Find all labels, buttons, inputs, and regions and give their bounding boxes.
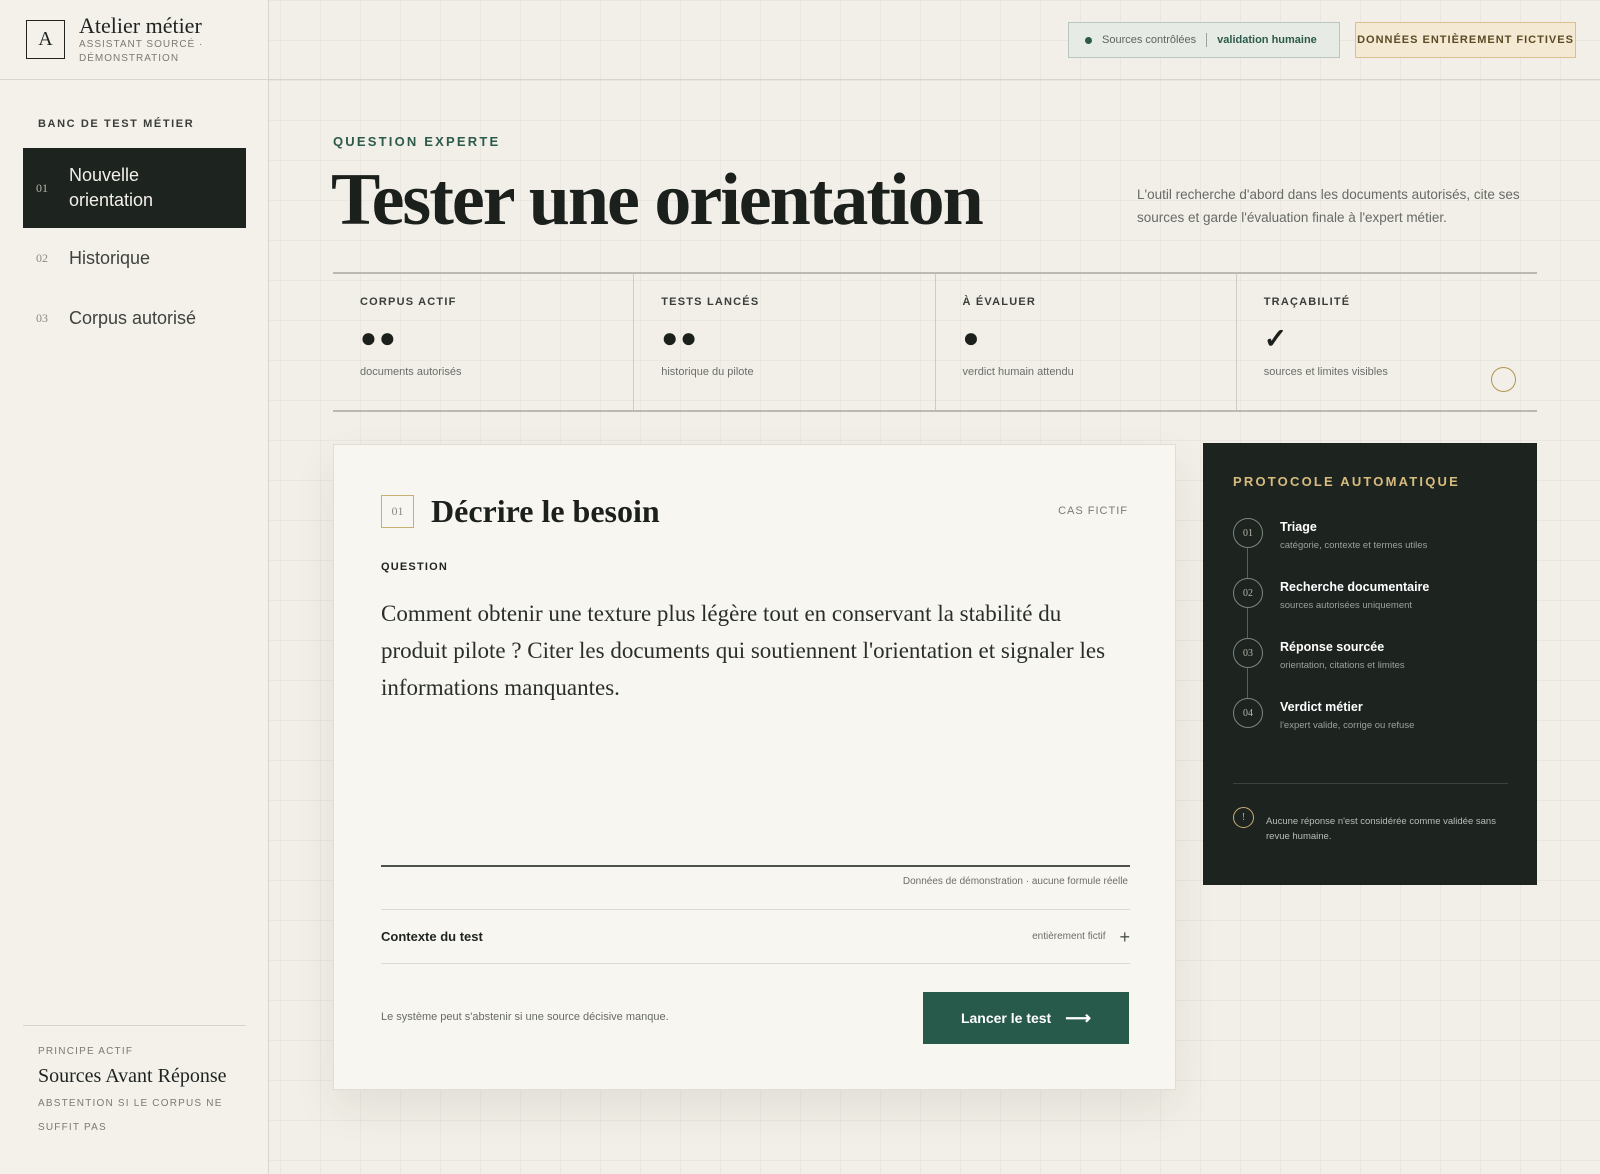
sidebar-nav: 01 Nouvelle orientation 02 Historique 03… — [23, 148, 246, 348]
question-underline — [381, 865, 1130, 867]
brand-subtitle: ASSISTANT SOURCÉ · DÉMONSTRATION — [79, 38, 204, 64]
brand-logo: A — [26, 20, 65, 59]
stat-value: ● — [962, 322, 982, 353]
step-number-circle: 01 — [1233, 518, 1263, 548]
steps-connector-line — [1247, 531, 1248, 709]
stat-a-evaluer: À ÉVALUER ● verdict humain attendu — [936, 274, 1237, 410]
protocol-step-name: Réponse sourcée — [1280, 640, 1385, 654]
sidebar-item-number: 01 — [36, 180, 48, 195]
stat-corpus-actif: CORPUS ACTIF ●● documents autorisés — [333, 274, 635, 410]
validation-label: validation humaine — [1217, 34, 1317, 46]
protocol-step-name: Triage — [1280, 520, 1317, 534]
context-label: Contexte du test — [381, 929, 483, 944]
sources-status-pill: Sources contrôlées validation humaine — [1068, 22, 1340, 58]
protocol-step-recherche: 02 Recherche documentaire sources autori… — [1233, 578, 1523, 611]
stat-tracabilite: TRAÇABILITÉ ✓ sources et limites visible… — [1237, 274, 1537, 410]
arrow-right-icon: ⟶ — [1065, 1007, 1092, 1028]
step-number-circle: 02 — [1233, 578, 1263, 608]
stat-caption: historique du pilote — [661, 366, 754, 378]
sidebar-item-label: Nouvelle orientation — [69, 165, 154, 210]
stat-tests-lances: TESTS LANCÉS ●● historique du pilote — [634, 274, 936, 410]
page-title: Tester une orientation — [331, 159, 984, 241]
protocol-step-name: Verdict métier — [1280, 700, 1363, 714]
protocol-step-name: Recherche documentaire — [1280, 580, 1430, 594]
status-dot-icon — [1085, 36, 1092, 44]
stat-caption: verdict humain attendu — [962, 366, 1074, 378]
step-number-circle: 03 — [1233, 638, 1263, 668]
stat-label: TRAÇABILITÉ — [1263, 296, 1351, 308]
context-right: entièrement fictif + — [1032, 928, 1130, 946]
page-kicker: QUESTION EXPERTE — [333, 134, 501, 149]
sources-label: Sources contrôlées — [1102, 34, 1197, 46]
stats-row: CORPUS ACTIF ●● documents autorisés TEST… — [333, 272, 1537, 412]
sidebar-item-nouvelle-orientation[interactable]: 01 Nouvelle orientation — [23, 148, 246, 228]
abstention-note: Le système peut s'abstenir si une source… — [381, 1011, 669, 1023]
plus-icon: + — [1119, 926, 1130, 947]
protocol-step-text: Réponse sourcée orientation, citations e… — [1280, 638, 1405, 671]
question-label: QUESTION — [381, 561, 449, 573]
sidebar-item-number: 03 — [36, 310, 48, 325]
sidebar: A Atelier métier ASSISTANT SOURCÉ · DÉMO… — [0, 0, 269, 1174]
stat-label: À ÉVALUER — [962, 296, 1037, 308]
checkmark-icon: ✓ — [1263, 323, 1290, 354]
stat-value: ●● — [661, 322, 700, 353]
context-note: entièrement fictif — [1032, 931, 1106, 942]
step-number-badge: 01 — [381, 495, 414, 528]
protocol-step-verdict: 04 Verdict métier l'expert valide, corri… — [1233, 698, 1523, 731]
sidebar-item-historique[interactable]: 02 Historique — [23, 228, 246, 288]
protocol-step-desc: sources autorisées uniquement — [1280, 600, 1413, 611]
protocol-title: PROTOCOLE AUTOMATIQUE — [1233, 474, 1461, 489]
active-principle: PRINCIPE ACTIF Sources Avant Réponse ABS… — [23, 1025, 246, 1140]
brand-text: Atelier métier ASSISTANT SOURCÉ · DÉMONS… — [79, 12, 219, 66]
sidebar-item-corpus-autorise[interactable]: 03 Corpus autorisé — [23, 288, 246, 348]
protocol-panel: PROTOCOLE AUTOMATIQUE 01 Triage catégori… — [1203, 443, 1537, 885]
stat-label: CORPUS ACTIF — [360, 296, 457, 308]
pill-divider — [1206, 33, 1208, 47]
principle-kicker: PRINCIPE ACTIF — [38, 1046, 134, 1057]
stat-caption: documents autorisés — [360, 366, 462, 378]
sidebar-section-title: BANC DE TEST MÉTIER — [38, 118, 195, 130]
info-icon: ! — [1233, 807, 1254, 828]
protocol-step-text: Recherche documentaire sources autorisée… — [1280, 578, 1429, 611]
brand: A Atelier métier ASSISTANT SOURCÉ · DÉMO… — [0, 0, 268, 80]
stat-value: ●● — [360, 322, 398, 353]
protocol-step-triage: 01 Triage catégorie, contexte et termes … — [1233, 518, 1523, 551]
top-bar: Sources contrôlées validation humaine DO… — [269, 0, 1600, 80]
sidebar-item-label: Historique — [69, 247, 151, 268]
sidebar-item-number: 02 — [36, 250, 48, 265]
sidebar-item-label: Corpus autorisé — [69, 307, 197, 328]
page-description: L'outil recherche d'abord dans les docum… — [1137, 187, 1520, 225]
protocol-step-desc: catégorie, contexte et termes utiles — [1280, 540, 1428, 551]
card-title: Décrire le besoin — [431, 493, 660, 529]
stat-label: TESTS LANCÉS — [661, 296, 760, 308]
protocol-divider — [1233, 783, 1508, 784]
step-number-circle: 04 — [1233, 698, 1263, 728]
protocol-step-desc: l'expert valide, corrige ou refuse — [1280, 720, 1415, 731]
launch-button-label: Lancer le test — [960, 1010, 1052, 1026]
question-textarea[interactable]: Comment obtenir une texture plus légère … — [381, 595, 1121, 706]
brand-name: Atelier métier — [79, 12, 202, 38]
protocol-step-desc: orientation, citations et limites — [1280, 660, 1405, 671]
protocol-step-reponse: 03 Réponse sourcée orientation, citation… — [1233, 638, 1523, 671]
protocol-step-text: Verdict métier l'expert valide, corrige … — [1280, 698, 1414, 731]
principle-title: Sources Avant Réponse — [38, 1065, 227, 1087]
case-label: CAS FICTIF — [1058, 505, 1128, 517]
protocol-note: Aucune réponse n'est considérée comme va… — [1266, 816, 1496, 842]
demo-data-note: Données de démonstration · aucune formul… — [902, 876, 1128, 887]
question-card: 01 Décrire le besoin CAS FICTIF QUESTION… — [333, 444, 1176, 1090]
principle-subtitle: ABSTENTION SI LE CORPUS NE SUFFIT PAS — [38, 1098, 223, 1133]
fictive-data-badge: DONNÉES ENTIÈREMENT FICTIVES — [1355, 22, 1576, 58]
launch-test-button[interactable]: Lancer le test ⟶ — [923, 992, 1129, 1044]
protocol-step-text: Triage catégorie, contexte et termes uti… — [1280, 518, 1427, 551]
circle-icon — [1491, 367, 1516, 392]
test-context-toggle[interactable]: Contexte du test entièrement fictif + — [381, 909, 1130, 964]
